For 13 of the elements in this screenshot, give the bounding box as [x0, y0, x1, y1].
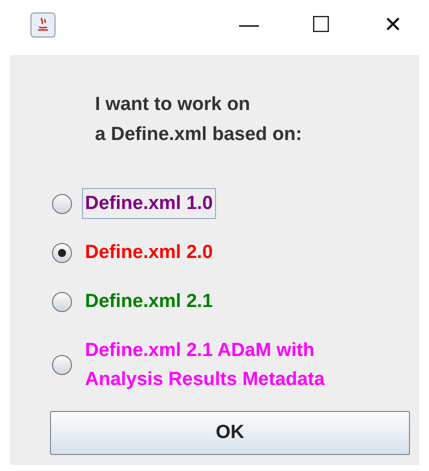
app-icon — [30, 12, 56, 38]
radio-button[interactable] — [52, 355, 72, 375]
prompt-text: I want to work on — [95, 93, 252, 117]
close-button[interactable]: ✕ — [357, 2, 429, 48]
radio-button[interactable] — [52, 292, 72, 312]
radio-button[interactable] — [52, 194, 72, 214]
minimize-button[interactable]: — — [213, 2, 285, 48]
radio-button[interactable] — [52, 242, 72, 262]
prompt-text: a Define.xml based on: — [95, 123, 303, 147]
option-label[interactable]: Define.xml 1.0 — [82, 188, 216, 219]
ok-button[interactable]: OK — [50, 411, 410, 455]
maximize-button[interactable]: ☐ — [285, 2, 357, 48]
option-label[interactable]: Define.xml 2.1 — [82, 286, 216, 317]
